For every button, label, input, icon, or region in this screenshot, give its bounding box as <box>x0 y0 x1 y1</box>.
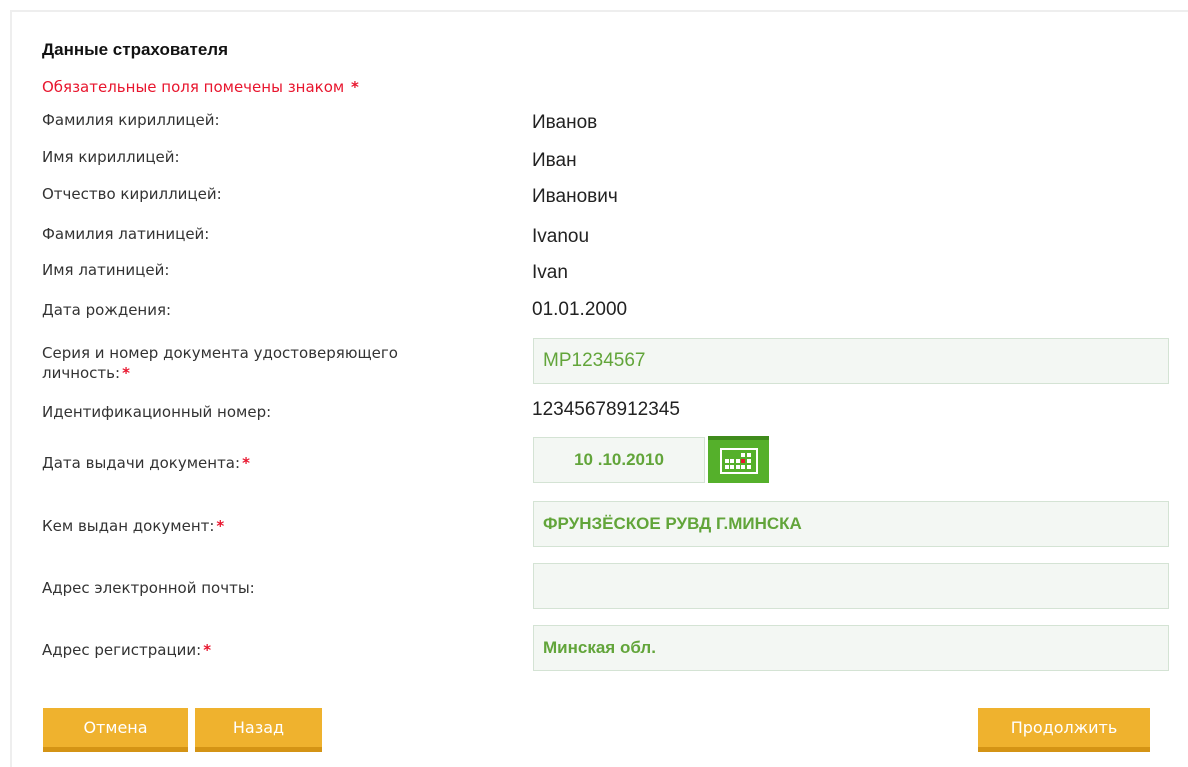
issue-date-label: Дата выдачи документа: * <box>42 453 250 473</box>
registration-address-label-text: Адрес регистрации: <box>42 641 202 659</box>
doc-number-label-line2: личность: <box>42 364 121 382</box>
doc-number-field[interactable]: MP1234567 <box>533 338 1169 384</box>
name-lat-value: Ivan <box>532 262 568 283</box>
doc-number-label: Серия и номер документа удостоверяющего … <box>42 343 398 383</box>
name-cyr-label: Имя кириллицей: <box>42 148 180 166</box>
required-mark: * <box>351 78 359 96</box>
issued-by-label: Кем выдан документ: * <box>42 516 224 536</box>
required-mark: * <box>216 517 225 535</box>
required-mark: * <box>122 364 130 382</box>
required-mark: * <box>203 641 212 659</box>
registration-address-label: Адрес регистрации: * <box>42 640 211 660</box>
issued-by-field[interactable]: ФРУНЗЁСКОЕ РУВД Г.МИНСКА <box>533 501 1169 547</box>
surname-lat-label: Фамилия латиницей: <box>42 225 210 243</box>
birth-date-label: Дата рождения: <box>42 301 172 319</box>
issued-by-label-text: Кем выдан документ: <box>42 517 215 535</box>
registration-address-field[interactable]: Минская обл. <box>533 625 1169 671</box>
birth-date-value: 01.01.2000 <box>532 299 628 320</box>
patronymic-cyr-label: Отчество кириллицей: <box>42 185 222 203</box>
surname-cyr-label: Фамилия кириллицей: <box>42 111 220 129</box>
id-number-value: 12345678912345 <box>532 399 680 420</box>
email-field[interactable] <box>533 563 1169 609</box>
required-mark: * <box>242 454 250 472</box>
doc-number-label-line1: Серия и номер документа удостоверяющего <box>42 344 398 362</box>
required-fields-note: Обязательные поля помечены знаком * <box>42 78 359 96</box>
calendar-icon <box>719 448 758 474</box>
continue-button[interactable]: Продолжить <box>978 708 1150 752</box>
patronymic-cyr-value: Иванович <box>532 186 618 207</box>
issue-date-field[interactable]: 10 .10.2010 <box>533 437 705 483</box>
issue-date-label-text: Дата выдачи документа: <box>42 454 241 472</box>
name-lat-label: Имя латиницей: <box>42 261 170 279</box>
name-cyr-value: Иван <box>532 150 577 171</box>
email-label: Адрес электронной почты: <box>42 579 255 597</box>
cancel-button[interactable]: Отмена <box>43 708 188 752</box>
id-number-label: Идентификационный номер: <box>42 403 272 421</box>
surname-lat-value: Ivanou <box>532 226 590 247</box>
calendar-button[interactable] <box>708 436 769 483</box>
surname-cyr-value: Иванов <box>532 112 598 133</box>
back-button[interactable]: Назад <box>195 708 322 752</box>
required-note-text: Обязательные поля помечены знаком <box>42 78 345 96</box>
section-title: Данные страхователя <box>42 40 229 59</box>
